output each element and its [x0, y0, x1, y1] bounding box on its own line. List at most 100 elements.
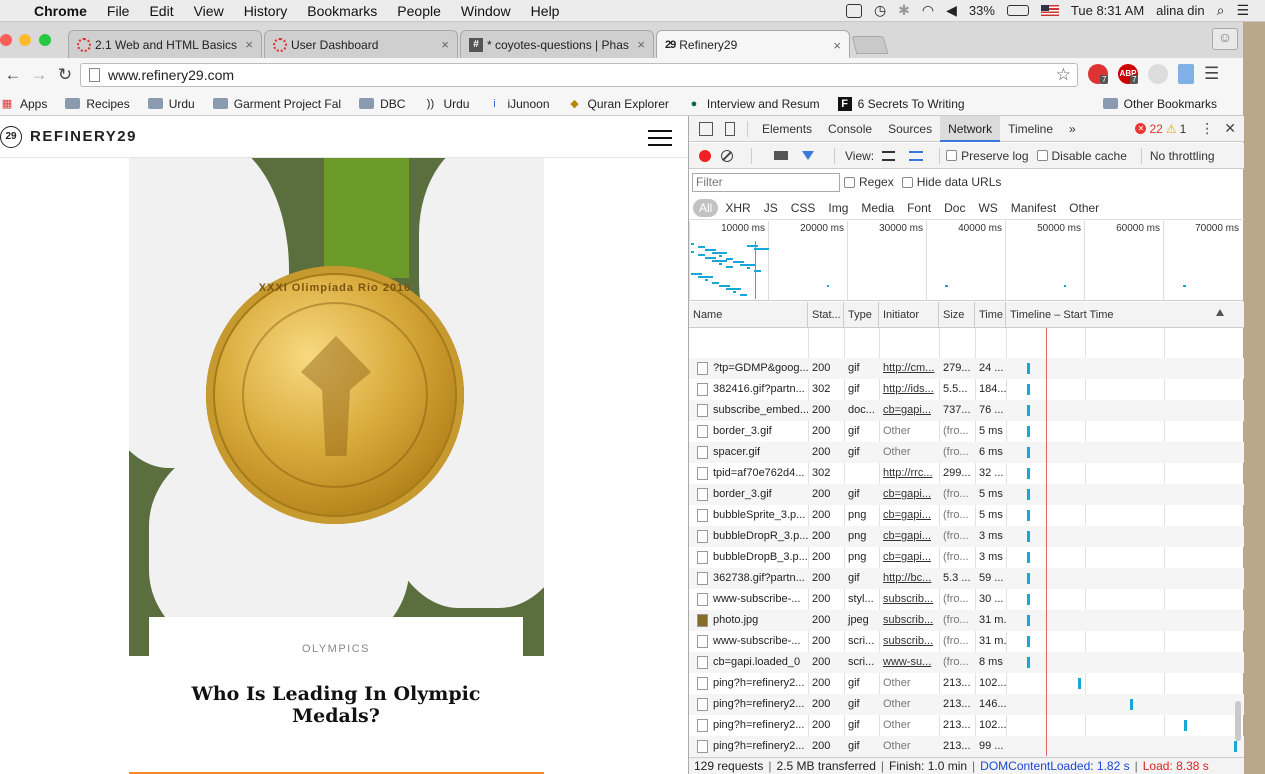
- type-filter-xhr[interactable]: XHR: [719, 199, 756, 217]
- table-row[interactable]: 382416.gif?partn... 302 gif http://ids... 5.…: [689, 379, 1244, 400]
- url-text[interactable]: www.refinery29.com: [108, 67, 234, 83]
- cell-initiator[interactable]: subscrib...: [879, 610, 939, 631]
- type-filter-css[interactable]: CSS: [785, 199, 822, 217]
- table-row[interactable]: border_3.gif 200 gif cb=gapi... (fro... 5 ms: [689, 484, 1244, 505]
- hide-data-urls-checkbox[interactable]: Hide data URLs: [901, 175, 1001, 189]
- more-tabs-icon[interactable]: »: [1061, 116, 1084, 142]
- close-window-button[interactable]: [0, 34, 12, 46]
- reload-button[interactable]: ↻: [52, 65, 78, 85]
- table-row[interactable]: cb=gapi.loaded_0 200 scri... www-su... (fro.…: [689, 652, 1244, 673]
- close-tab-icon[interactable]: ×: [833, 38, 841, 53]
- cell-initiator[interactable]: subscrib...: [879, 589, 939, 610]
- cell-initiator[interactable]: cb=gapi...: [879, 400, 939, 421]
- menu-help[interactable]: Help: [521, 3, 570, 19]
- type-filter-all[interactable]: All: [693, 198, 719, 217]
- back-button[interactable]: ←: [0, 65, 26, 85]
- regex-checkbox[interactable]: Regex: [844, 175, 894, 189]
- cell-initiator[interactable]: www-su...: [879, 652, 939, 673]
- menu-people[interactable]: People: [387, 3, 451, 19]
- battery-percent[interactable]: 33%: [969, 3, 995, 18]
- table-row[interactable]: ping?h=refinery2... 200 gif Other 213... 102.…: [689, 715, 1244, 736]
- bookmark-urdu-site[interactable]: )) Urdu: [423, 97, 470, 111]
- disable-cache-checkbox[interactable]: Disable cache: [1036, 149, 1127, 163]
- type-filter-doc[interactable]: Doc: [938, 199, 971, 217]
- bookmark-quran-explorer[interactable]: ◆ Quran Explorer: [568, 97, 669, 111]
- record-button-icon[interactable]: [699, 149, 711, 162]
- checkbox-box[interactable]: [844, 176, 855, 188]
- table-row[interactable]: 362738.gif?partn... 200 gif http://bc... 5.3…: [689, 568, 1244, 589]
- bluetooth-icon[interactable]: ✱: [898, 2, 910, 19]
- grey-extension-icon[interactable]: [1148, 64, 1168, 84]
- cell-initiator[interactable]: http://cm...: [879, 358, 939, 379]
- capture-screenshots-icon[interactable]: [774, 151, 788, 160]
- spotlight-search-icon[interactable]: ⌕: [1217, 2, 1225, 19]
- page-info-icon[interactable]: [89, 68, 100, 82]
- column-time[interactable]: Time: [975, 302, 1006, 328]
- menu-app-name[interactable]: Chrome: [28, 3, 97, 19]
- error-warning-counter[interactable]: ✕ 22 ⚠ 1: [1135, 122, 1186, 136]
- column-size[interactable]: Size: [939, 302, 975, 328]
- large-rows-icon[interactable]: [882, 150, 896, 161]
- clear-icon[interactable]: [721, 149, 733, 162]
- cell-initiator[interactable]: cb=gapi...: [879, 505, 939, 526]
- table-scrollbar-thumb[interactable]: [1235, 701, 1241, 741]
- docs-extension-icon[interactable]: [1178, 64, 1194, 84]
- column-status[interactable]: Stat...: [808, 302, 844, 328]
- checkbox-box[interactable]: [1036, 150, 1048, 161]
- notification-center-icon[interactable]: ☰: [1236, 2, 1249, 19]
- table-row[interactable]: photo.jpg 200 jpeg subscrib... (fro... 31 m..…: [689, 610, 1244, 631]
- bookmark-ijunoon[interactable]: i iJunoon: [487, 97, 549, 111]
- device-toolbar-icon[interactable]: [725, 121, 735, 136]
- type-filter-ws[interactable]: WS: [972, 199, 1003, 217]
- table-row[interactable]: bubbleSprite_3.p... 200 png cb=gapi... (fro.…: [689, 505, 1244, 526]
- table-row[interactable]: ping?h=refinery2... 200 gif Other 213... 102.…: [689, 673, 1244, 694]
- extension-red-button[interactable]: 7: [1088, 64, 1109, 84]
- wifi-icon[interactable]: ◠: [922, 2, 934, 19]
- table-row[interactable]: subscribe_embed... 200 doc... cb=gapi... 737…: [689, 400, 1244, 421]
- table-row[interactable]: bubbleDropB_3.p... 200 png cb=gapi... (fro..…: [689, 547, 1244, 568]
- type-filter-manifest[interactable]: Manifest: [1005, 199, 1062, 217]
- column-type[interactable]: Type: [844, 302, 879, 328]
- forward-button[interactable]: →: [26, 65, 52, 85]
- tab-user-dashboard[interactable]: User Dashboard ×: [264, 30, 458, 58]
- hero-image-olympic-medal[interactable]: XXXI Olimpíada Rio 2016: [129, 158, 544, 656]
- tab-coyotes-questions[interactable]: # * coyotes-questions | Phas ×: [460, 30, 654, 58]
- type-filter-img[interactable]: Img: [822, 199, 854, 217]
- inspect-element-icon[interactable]: [699, 121, 713, 136]
- cell-initiator[interactable]: subscrib...: [879, 631, 939, 652]
- article-card[interactable]: OLYMPICS Who Is Leading In Olympic Medal…: [149, 617, 523, 752]
- filter-icon[interactable]: [802, 151, 814, 160]
- address-bar[interactable]: www.refinery29.com ☆: [80, 63, 1078, 87]
- column-initiator[interactable]: Initiator: [879, 302, 939, 328]
- article-title[interactable]: Who Is Leading In Olympic Medals?: [149, 683, 523, 727]
- menu-edit[interactable]: Edit: [139, 3, 183, 19]
- menu-view[interactable]: View: [184, 3, 234, 19]
- menu-window[interactable]: Window: [451, 3, 521, 19]
- close-tab-icon[interactable]: ×: [245, 37, 253, 52]
- column-timeline[interactable]: Timeline – Start Time: [1006, 302, 1244, 328]
- close-tab-icon[interactable]: ×: [441, 37, 449, 52]
- sort-ascending-icon[interactable]: [1216, 309, 1224, 316]
- type-filter-js[interactable]: JS: [758, 199, 784, 217]
- bookmark-interview-resume[interactable]: ● Interview and Resum: [687, 97, 820, 111]
- close-tab-icon[interactable]: ×: [637, 37, 645, 52]
- battery-icon[interactable]: [1006, 5, 1029, 16]
- chrome-menu-icon[interactable]: ☰: [1204, 64, 1219, 84]
- tab-network[interactable]: Network: [940, 115, 1001, 142]
- network-overview-timeline[interactable]: 10000 ms 20000 ms 30000 ms 40000 ms 5000…: [689, 221, 1244, 301]
- table-row[interactable]: spacer.gif 200 gif Other (fro... 6 ms: [689, 442, 1244, 463]
- article-category[interactable]: OLYMPICS: [149, 643, 523, 655]
- table-row[interactable]: bubbleDropR_3.p... 200 png cb=gapi... (fro..…: [689, 526, 1244, 547]
- cell-initiator[interactable]: cb=gapi...: [879, 547, 939, 568]
- bookmark-urdu-folder[interactable]: Urdu: [147, 97, 195, 111]
- bookmark-apps[interactable]: ▦ Apps: [0, 97, 48, 111]
- adblock-plus-button[interactable]: ABP 7: [1118, 64, 1139, 84]
- menu-file[interactable]: File: [97, 3, 140, 19]
- zoom-window-button[interactable]: [39, 34, 51, 46]
- cell-initiator[interactable]: http://ids...: [879, 379, 939, 400]
- column-name[interactable]: Name: [689, 302, 808, 328]
- tab-web-html-basics[interactable]: 2.1 Web and HTML Basics ×: [68, 30, 262, 58]
- tab-console[interactable]: Console: [820, 116, 880, 142]
- site-hamburger-menu-icon[interactable]: [648, 130, 672, 146]
- bookmark-recipes[interactable]: Recipes: [65, 97, 130, 111]
